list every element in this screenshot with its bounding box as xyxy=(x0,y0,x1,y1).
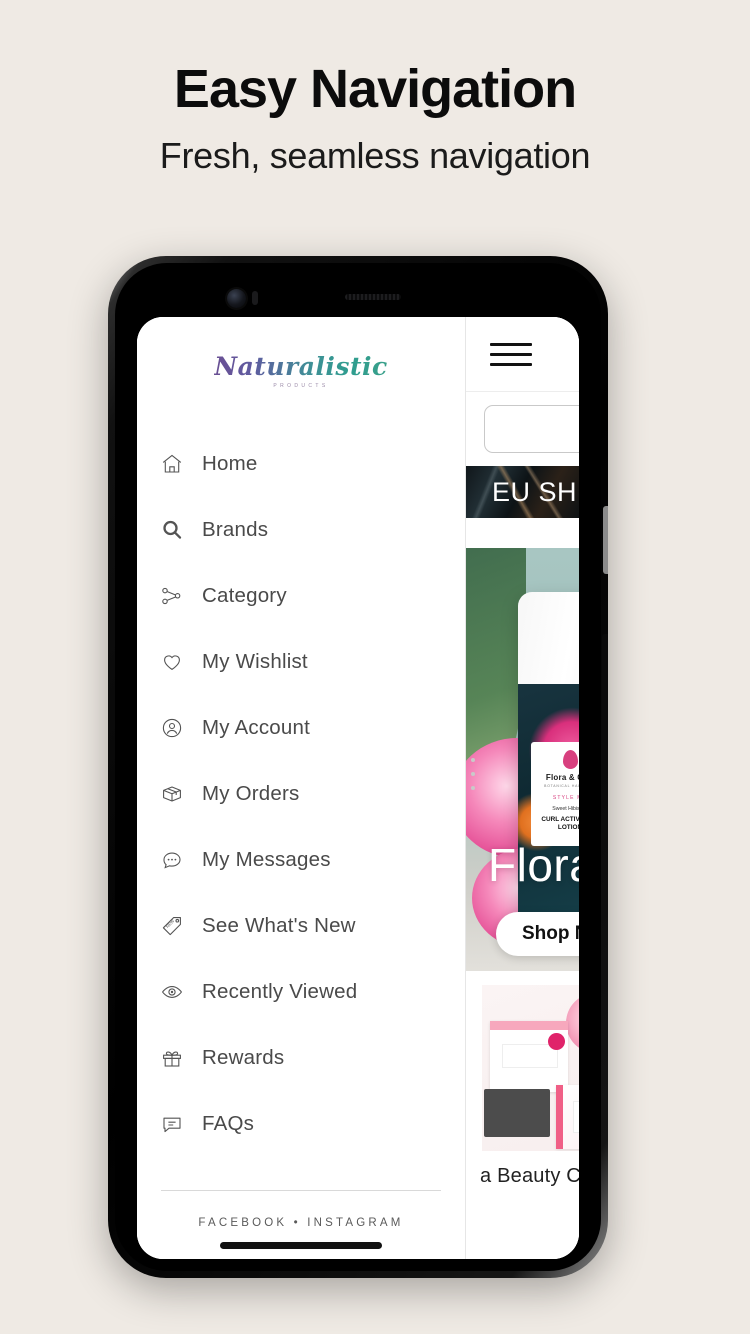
bottle-brand: Flora & Curl xyxy=(545,773,579,782)
menu-item-recently-viewed[interactable]: Recently Viewed xyxy=(137,959,465,1025)
gift-icon xyxy=(155,1041,189,1075)
front-camera-icon xyxy=(227,289,246,308)
menu-label: Rewards xyxy=(202,1046,285,1069)
search-icon xyxy=(155,513,189,547)
menu-label: My Wishlist xyxy=(202,650,308,673)
menu-item-my-orders[interactable]: My Orders xyxy=(137,761,465,827)
brand-name: a Beauty Co. xyxy=(480,1165,579,1187)
app-viewport: Naturalistic PRODUCTS Home Brands Catego… xyxy=(137,317,579,1259)
earpiece-speaker-icon xyxy=(345,294,401,300)
faq-bubble-icon xyxy=(155,1107,189,1141)
menu-label: Brands xyxy=(202,518,269,541)
phone-mockup: Naturalistic PRODUCTS Home Brands Catego… xyxy=(108,256,608,1278)
product-pack xyxy=(556,1085,579,1149)
brand-logo[interactable]: Naturalistic PRODUCTS xyxy=(137,317,465,425)
menu-item-brands[interactable]: Brands xyxy=(137,497,465,563)
bottle-scent: Sweet Hibiscus xyxy=(552,806,579,812)
banner-spacer xyxy=(466,518,579,548)
home-indicator xyxy=(220,1242,382,1249)
shop-now-button[interactable]: Shop Now xyxy=(496,912,579,956)
hero-headline: Flora xyxy=(488,839,579,891)
page-title: Easy Navigation xyxy=(173,59,577,119)
menu-label: FAQs xyxy=(202,1112,255,1135)
logo-tagline: PRODUCTS xyxy=(273,382,329,389)
product-pack xyxy=(484,1089,550,1137)
hero-promo-card[interactable]: Flora & Curl BOTANICAL HAIRCARE STYLE ME… xyxy=(466,548,579,1000)
volume-button[interactable] xyxy=(603,506,608,574)
menu-label: My Orders xyxy=(202,782,300,805)
menu-label: Recently Viewed xyxy=(202,980,358,1003)
badge-dot xyxy=(548,1033,565,1050)
footer-divider xyxy=(161,1190,441,1191)
brand-section: a Beauty Co. xyxy=(466,971,579,1259)
menu-item-category[interactable]: Category xyxy=(137,563,465,629)
home-icon xyxy=(155,447,189,481)
shipping-banner[interactable]: EU SHIPP xyxy=(466,466,579,518)
search-input[interactable] xyxy=(484,405,579,453)
content-pane: EU SHIPP xyxy=(466,317,579,1259)
banner-text: EU SHIPP xyxy=(492,476,579,507)
social-links[interactable]: FACEBOOK • INSTAGRAM xyxy=(137,1217,465,1229)
menu-item-rewards[interactable]: Rewards xyxy=(137,1025,465,1091)
menu-item-home[interactable]: Home xyxy=(137,431,465,497)
tag-new-icon: NEW xyxy=(155,909,189,943)
phone-bezel: Naturalistic PRODUCTS Home Brands Catego… xyxy=(115,263,601,1271)
category-node-icon xyxy=(155,579,189,613)
drawer-menu-list: Home Brands Category My Wishlist My Acco… xyxy=(137,425,465,1190)
menu-label: My Account xyxy=(202,716,310,739)
logo-wordmark: Naturalistic xyxy=(214,351,388,381)
heart-icon xyxy=(155,645,189,679)
bottle-style: STYLE ME xyxy=(552,795,579,801)
menu-item-my-wishlist[interactable]: My Wishlist xyxy=(137,629,465,695)
eye-icon xyxy=(155,975,189,1009)
menu-item-faqs[interactable]: FAQs xyxy=(137,1091,465,1157)
navigation-drawer: Naturalistic PRODUCTS Home Brands Catego… xyxy=(137,317,466,1259)
sensor-icon xyxy=(252,291,258,305)
bottle-product-name: CURL ACTIVATING LOTION xyxy=(541,815,579,831)
menu-item-my-account[interactable]: My Account xyxy=(137,695,465,761)
drawer-drag-handle[interactable] xyxy=(466,755,478,793)
box-icon xyxy=(155,777,189,811)
menu-label: Category xyxy=(202,584,287,607)
menu-label: Home xyxy=(202,452,258,475)
hamburger-menu-icon[interactable] xyxy=(490,339,532,369)
bottle-label: Flora & Curl BOTANICAL HAIRCARE STYLE ME… xyxy=(531,742,579,846)
product-pack xyxy=(490,1021,568,1092)
menu-item-my-messages[interactable]: My Messages xyxy=(137,827,465,893)
droplet-icon xyxy=(562,750,578,769)
menu-label: See What's New xyxy=(202,914,356,937)
app-header xyxy=(466,317,579,392)
svg-text:NEW: NEW xyxy=(165,918,175,928)
phone-screen: Naturalistic PRODUCTS Home Brands Catego… xyxy=(137,317,579,1259)
brand-thumbnail[interactable] xyxy=(482,985,579,1151)
bottle-brand-sub: BOTANICAL HAIRCARE xyxy=(544,784,579,788)
chat-bubble-icon xyxy=(155,843,189,877)
menu-item-see-whats-new[interactable]: NEW See What's New xyxy=(137,893,465,959)
user-circle-icon xyxy=(155,711,189,745)
page-subtitle: Fresh, seamless navigation xyxy=(159,135,591,176)
power-button[interactable] xyxy=(602,634,608,774)
menu-label: My Messages xyxy=(202,848,331,871)
search-row xyxy=(466,392,579,466)
